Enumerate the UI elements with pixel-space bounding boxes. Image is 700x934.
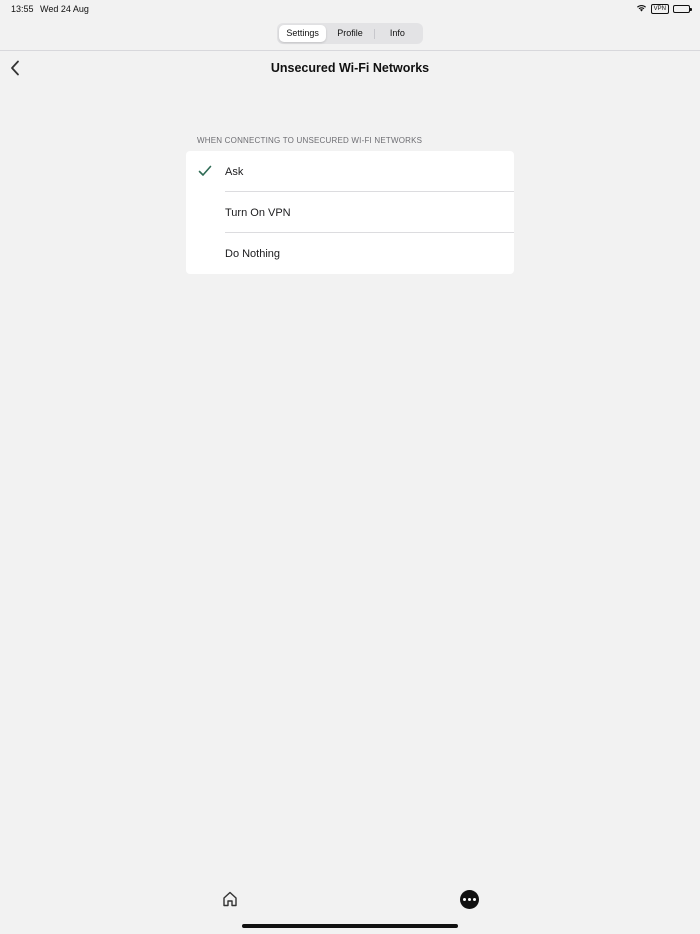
tab-bar (0, 890, 700, 914)
option-label: Turn On VPN (225, 206, 291, 219)
battery-icon (673, 4, 692, 13)
tab-settings[interactable]: Settings (279, 25, 327, 42)
more-icon[interactable] (460, 890, 479, 909)
option-ask[interactable]: Ask (186, 151, 514, 192)
tab-info[interactable]: Info (373, 25, 421, 42)
options-list: Ask Turn On VPN Do Nothing (186, 151, 514, 274)
status-date: Wed 24 Aug (40, 4, 89, 14)
status-bar: 13:55 Wed 24 Aug VPN (0, 0, 700, 18)
status-indicators: VPN (636, 3, 692, 14)
home-tab[interactable] (221, 890, 239, 908)
status-time: 13:55 (11, 4, 34, 14)
vpn-badge: VPN (650, 3, 669, 14)
checkmark-icon (198, 165, 212, 176)
option-do-nothing[interactable]: Do Nothing (186, 233, 514, 274)
section-header: WHEN CONNECTING TO UNSECURED WI-FI NETWO… (197, 136, 423, 145)
home-indicator (242, 924, 458, 928)
option-label: Do Nothing (225, 247, 281, 260)
page-title: Unsecured Wi-Fi Networks (270, 61, 430, 75)
segmented-control: Settings Profile Info (277, 23, 423, 44)
nav-divider (0, 50, 700, 51)
option-label: Ask (225, 165, 244, 178)
wifi-icon (636, 3, 647, 14)
home-icon (223, 891, 237, 907)
option-turn-on-vpn[interactable]: Turn On VPN (186, 192, 514, 233)
tab-profile[interactable]: Profile (326, 25, 373, 42)
